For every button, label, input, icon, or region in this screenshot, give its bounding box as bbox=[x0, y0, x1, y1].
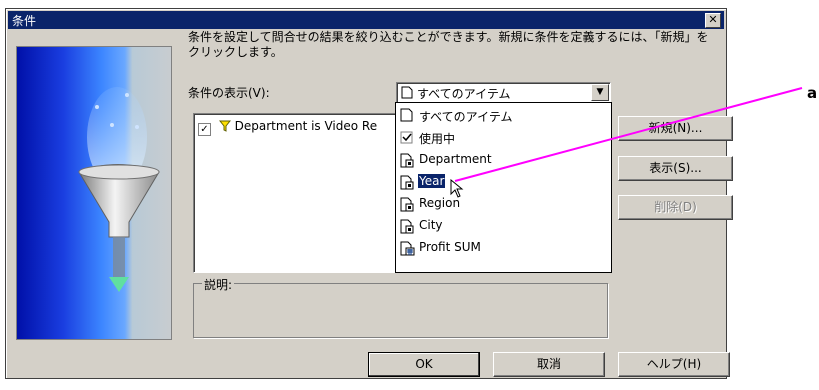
condition-label: Department is Video Re bbox=[234, 119, 378, 133]
dropdown-item[interactable]: City bbox=[398, 215, 607, 237]
dropdown-item-label: City bbox=[419, 218, 443, 232]
conditions-dropdown-list[interactable]: すべてのアイテム 使用中 Department Year Region City… bbox=[395, 102, 612, 273]
list-item[interactable]: ✓ Department is Video Re bbox=[198, 119, 377, 136]
dropdown-item[interactable]: 使用中 bbox=[398, 127, 607, 149]
dropdown-item-selected[interactable]: Year bbox=[398, 171, 607, 193]
item-icon bbox=[400, 174, 415, 193]
conditions-view-combobox[interactable]: すべてのアイテム ▼ bbox=[396, 82, 611, 103]
combobox-value: すべてのアイテム bbox=[417, 87, 511, 101]
cancel-button[interactable]: 取消 bbox=[493, 352, 605, 377]
checkbox[interactable]: ✓ bbox=[198, 123, 211, 136]
dropdown-item-label: 使用中 bbox=[419, 132, 456, 146]
delete-button[interactable]: 削除(D) bbox=[618, 195, 733, 220]
description-text: 条件を設定して問合せの結果を絞り込むことができます。新規に条件を定義するには、「… bbox=[188, 30, 709, 59]
ok-button[interactable]: OK bbox=[368, 352, 480, 377]
title-bar[interactable]: 条件 ✕ bbox=[8, 11, 724, 29]
item-icon bbox=[400, 196, 415, 215]
description-group: 説明: bbox=[193, 276, 608, 338]
filter-icon bbox=[218, 120, 231, 132]
dropdown-item[interactable]: Region bbox=[398, 193, 607, 215]
show-button[interactable]: 表示(S)... bbox=[618, 156, 733, 181]
description-group-label: 説明: bbox=[202, 276, 235, 293]
dropdown-arrow-button[interactable]: ▼ bbox=[591, 84, 609, 101]
conditions-label: 条件の表示(V): bbox=[188, 86, 270, 100]
item-icon bbox=[400, 152, 415, 171]
window-title: 条件 bbox=[12, 14, 37, 28]
mouse-pointer-icon bbox=[450, 179, 464, 198]
dropdown-item-label: すべてのアイテム bbox=[419, 110, 513, 124]
new-button[interactable]: 新規(N)... bbox=[618, 116, 733, 141]
dropdown-item-label: Profit SUM bbox=[419, 240, 481, 254]
page-icon bbox=[401, 86, 413, 102]
dropdown-item-label: Department bbox=[419, 152, 492, 166]
page-icon bbox=[400, 108, 413, 125]
close-button[interactable]: ✕ bbox=[705, 13, 721, 28]
calc-item-icon bbox=[400, 240, 415, 259]
checkbox-icon bbox=[400, 130, 413, 147]
dropdown-item[interactable]: すべてのアイテム bbox=[398, 105, 607, 127]
help-button[interactable]: ヘルプ(H) bbox=[618, 352, 730, 377]
dropdown-item[interactable]: Department bbox=[398, 149, 607, 171]
dropdown-item[interactable]: Profit SUM bbox=[398, 237, 607, 259]
item-icon bbox=[400, 218, 415, 237]
callout-label: a bbox=[807, 84, 818, 102]
funnel-illustration bbox=[16, 46, 172, 340]
funnel-image bbox=[78, 87, 160, 292]
dropdown-item-label: Year bbox=[418, 174, 446, 188]
